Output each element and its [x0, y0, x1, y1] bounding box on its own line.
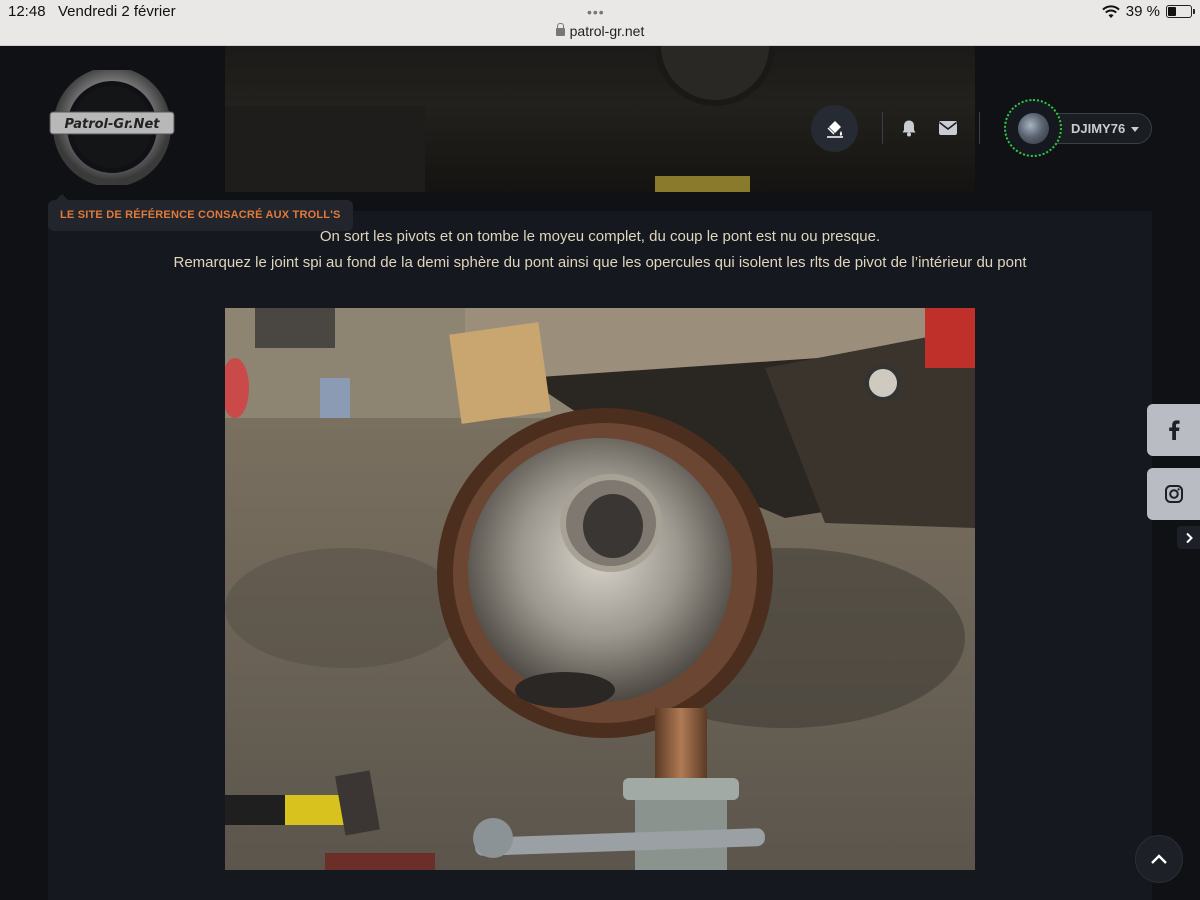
- status-date: Vendredi 2 février: [58, 3, 176, 20]
- header-banner-image: [225, 46, 975, 192]
- battery-fill: [1168, 7, 1177, 16]
- post-photo[interactable]: [225, 308, 975, 870]
- logo-text: Patrol-Gr.Net: [65, 117, 161, 132]
- battery-icon: [1166, 5, 1195, 18]
- status-indicators: 39 %: [1102, 3, 1195, 20]
- url-text: patrol-gr.net: [569, 23, 645, 39]
- facebook-icon: [1168, 420, 1180, 440]
- sidebar-toggle-button[interactable]: [1177, 526, 1200, 549]
- chevron-right-icon: [1185, 532, 1193, 543]
- avatar-online-ring[interactable]: [1004, 99, 1062, 157]
- more-dots-icon[interactable]: •••: [587, 4, 605, 20]
- wifi-icon: [1102, 4, 1120, 19]
- status-time: 12:48: [8, 3, 46, 20]
- lock-icon: [555, 23, 565, 36]
- instagram-icon: [1164, 485, 1183, 503]
- header-divider: [979, 112, 980, 144]
- battery-percent: 39 %: [1125, 3, 1160, 20]
- scroll-to-top-button[interactable]: [1135, 835, 1183, 883]
- site-logo[interactable]: Patrol-Gr.Net: [48, 67, 178, 187]
- chevron-up-icon: [1151, 854, 1167, 864]
- chevron-down-icon[interactable]: [1131, 127, 1139, 132]
- header-divider: [882, 112, 883, 144]
- ios-status-bar: 12:48 Vendredi 2 février ••• patrol-gr.n…: [0, 0, 1200, 46]
- post-text-line: Remarquez le joint spi au fond de la dem…: [173, 254, 1027, 271]
- facebook-share-button[interactable]: [1147, 404, 1200, 456]
- post-text-line: On sort les pivots et on tombe le moyeu …: [319, 228, 881, 245]
- page: Patrol-Gr.Net LE SITE DE RÉFÉRENCE CONSA…: [0, 46, 1200, 900]
- address-bar[interactable]: patrol-gr.net: [0, 23, 1200, 39]
- avatar: [1017, 112, 1049, 144]
- instagram-share-button[interactable]: [1147, 468, 1200, 520]
- envelope-icon[interactable]: [938, 120, 958, 136]
- paint-bucket-icon: [826, 120, 843, 138]
- username[interactable]: DJIMY76: [1071, 121, 1125, 136]
- bell-icon[interactable]: [900, 119, 918, 137]
- theme-switcher-button[interactable]: [811, 105, 858, 152]
